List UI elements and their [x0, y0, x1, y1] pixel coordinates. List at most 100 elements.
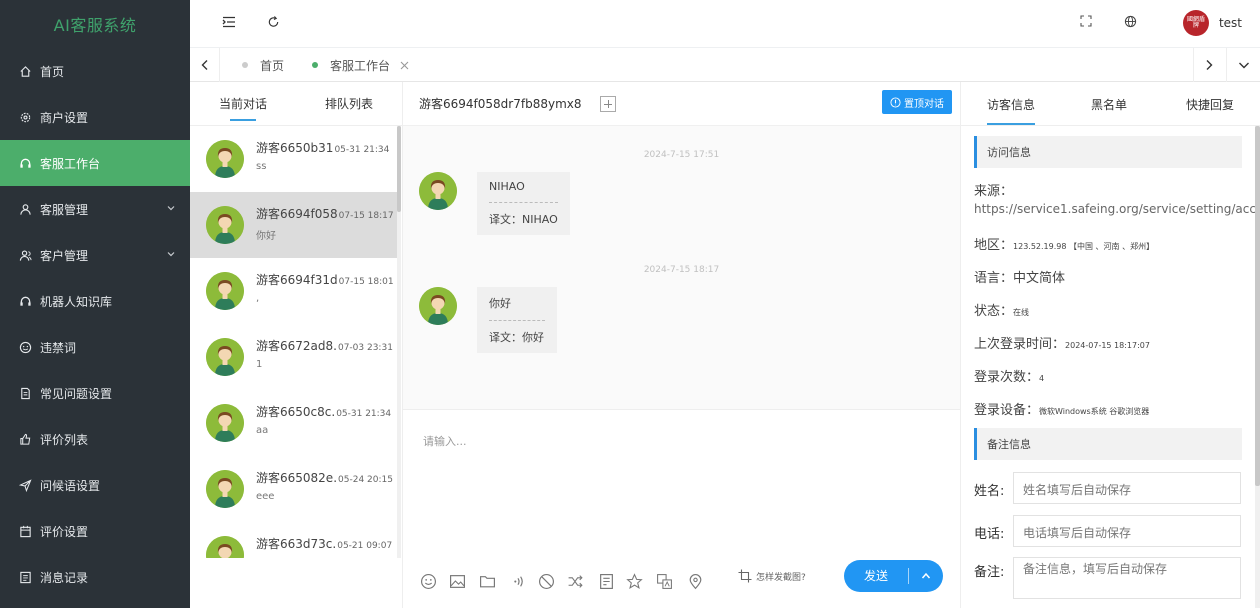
message-timestamp: 2024-7-15 17:51: [643, 150, 720, 160]
tab-workbench[interactable]: 客服工作台: [312, 48, 409, 82]
tab-current-conversations[interactable]: 当前对话: [190, 82, 296, 125]
location-icon[interactable]: [687, 573, 704, 590]
tab-label: 访客信息: [987, 97, 1036, 112]
info-scrollbar[interactable]: [1255, 126, 1260, 608]
tab-home[interactable]: 首页: [242, 48, 284, 82]
sidebar-item-merchant-settings[interactable]: 商户设置: [0, 94, 190, 140]
sidebar-item-review-list[interactable]: 评价列表: [0, 416, 190, 462]
visit-info-section: 访问信息: [974, 136, 1242, 168]
chevron-up-icon[interactable]: [909, 572, 943, 580]
tab-queue-list[interactable]: 排队列表: [296, 82, 402, 125]
emoji-icon[interactable]: [420, 573, 437, 590]
fullscreen-icon[interactable]: [1080, 15, 1092, 27]
sidebar-item-home[interactable]: 首页: [0, 48, 190, 94]
pin-conversation-label: 置顶对话: [904, 98, 944, 110]
sidebar: AI客服系统 首页 商户设置 客服工作台 客服管理 客户管理 机器人知识库 违禁…: [0, 0, 190, 608]
conversation-item[interactable]: 游客665082e.05-24 20:15 eee: [190, 456, 397, 522]
star-icon[interactable]: [626, 573, 643, 590]
menu-toggle-icon[interactable]: [222, 15, 236, 29]
last-login-value: 2024-07-15 18:17:07: [1065, 341, 1150, 350]
scrollbar-thumb[interactable]: [397, 126, 401, 212]
folder-icon[interactable]: [479, 573, 496, 590]
status-row: 状态：在线: [974, 300, 1029, 319]
sidebar-item-customer-management[interactable]: 客户管理: [0, 232, 190, 278]
conversation-last-message: 你好: [256, 231, 276, 242]
note-label: 备注:: [974, 565, 1005, 580]
tabs-scroll-left-button[interactable]: [190, 48, 220, 82]
sidebar-item-review-settings[interactable]: 评价设置: [0, 508, 190, 554]
home-icon: [18, 64, 32, 78]
sidebar-item-faq-settings[interactable]: 常见问题设置: [0, 370, 190, 416]
note-field[interactable]: 备注信息，填写后自动保存: [1013, 557, 1241, 599]
visitor-avatar: [419, 172, 457, 210]
sidebar-item-banned-words[interactable]: 违禁词: [0, 324, 190, 370]
tabs-dropdown-button[interactable]: [1226, 48, 1260, 82]
screenshot-help-link[interactable]: 怎样发截图?: [738, 569, 806, 583]
message-translation: 译文：NIHAO: [489, 213, 558, 226]
visitor-avatar: [419, 287, 457, 325]
screenshot-help-label: 怎样发截图?: [756, 572, 806, 583]
send-label: 发送: [844, 568, 909, 584]
language-globe-icon[interactable]: [1124, 15, 1137, 28]
conversation-name-line: 游客6672ad8.07-03 23:31: [256, 337, 393, 354]
phone-field[interactable]: 电话填写后自动保存: [1013, 515, 1241, 547]
conversation-item[interactable]: 游客6650c8c.05-31 21:34 aa: [190, 390, 397, 456]
conversation-item[interactable]: 游客6672ad8.07-03 23:31 1: [190, 324, 397, 390]
tabs-scroll-right-button[interactable]: [1193, 48, 1223, 82]
conversation-name: 游客6694f31d: [256, 273, 338, 287]
conversation-name: 游客6694f058: [256, 207, 338, 221]
visitor-avatar: [206, 206, 244, 244]
avatar-badge-text: 國網盾牌: [1186, 16, 1205, 29]
conversation-name-line: 游客6650b3105-31 21:34: [256, 139, 389, 156]
chat-messages: 2024-7-15 17:51 NIHAO 译文：NIHAO 2024-7-15…: [403, 126, 960, 410]
message-input[interactable]: 请输入...: [403, 411, 960, 551]
refresh-icon[interactable]: [267, 15, 280, 29]
sidebar-item-greeting-settings[interactable]: 问候语设置: [0, 462, 190, 508]
send-button[interactable]: 发送: [844, 560, 943, 592]
language-label: 语言：: [974, 271, 1014, 286]
conversation-item[interactable]: 游客6694f31d07-15 18:01,: [190, 258, 397, 324]
sidebar-item-message-records[interactable]: 消息记录: [0, 554, 190, 600]
message-item: 你好 译文：你好: [419, 287, 557, 353]
conversation-scrollbar[interactable]: [397, 126, 401, 558]
name-placeholder: 姓名填写后自动保存: [1023, 483, 1132, 497]
tab-blacklist[interactable]: 黑名单: [1091, 82, 1127, 126]
conversation-item[interactable]: 游客6650b3105-31 21:34 ss: [190, 126, 397, 192]
block-icon[interactable]: [538, 573, 555, 590]
conversation-item[interactable]: 游客6694f05807-15 18:17 你好: [190, 192, 397, 258]
add-icon[interactable]: [599, 95, 616, 112]
scrollbar-thumb[interactable]: [1255, 126, 1260, 486]
robot-icon: [18, 294, 32, 308]
pin-conversation-button[interactable]: 置顶对话: [882, 90, 952, 114]
user-name: test: [1218, 16, 1242, 30]
region-label: 地区：: [974, 238, 1014, 253]
note-placeholder: 备注信息，填写后自动保存: [1023, 562, 1168, 576]
tab-label: 快捷回复: [1186, 97, 1235, 112]
conversation-item[interactable]: 游客663d73c.05-21 09:07 常见问题: [190, 522, 397, 558]
sidebar-item-workbench[interactable]: 客服工作台: [0, 140, 190, 186]
tab-quick-reply[interactable]: 快捷回复: [1186, 82, 1234, 126]
sidebar-item-label: 评价列表: [40, 432, 89, 447]
conversation-name: 游客6650b31: [256, 141, 334, 155]
name-field[interactable]: 姓名填写后自动保存: [1013, 472, 1241, 504]
transfer-icon[interactable]: [567, 573, 584, 590]
conversation-name: 游客663d73c.: [256, 537, 337, 551]
conversation-name-line: 游客6694f31d07-15 18:01: [256, 271, 394, 288]
sidebar-item-robot-knowledge[interactable]: 机器人知识库: [0, 278, 190, 324]
tab-label: 黑名单: [1091, 97, 1128, 112]
voice-icon[interactable]: [510, 573, 527, 590]
source-url[interactable]: https://service1.safeing.org/service/set…: [974, 202, 1259, 216]
history-icon[interactable]: [598, 573, 615, 590]
user-menu[interactable]: 國網盾牌 test: [1182, 10, 1242, 36]
sidebar-item-label: 违禁词: [40, 340, 77, 355]
image-icon[interactable]: [449, 573, 466, 590]
conversation-name-line: 游客6650c8c.05-31 21:34: [256, 403, 391, 420]
headset-icon: [18, 156, 32, 170]
translate-icon[interactable]: [656, 573, 673, 590]
message-timestamp: 2024-7-15 18:17: [643, 265, 720, 275]
close-icon[interactable]: [400, 61, 409, 70]
tab-visitor-info[interactable]: 访客信息: [979, 82, 1043, 126]
message-bubble: 你好 译文：你好: [477, 287, 557, 353]
conversation-list: 游客6650b3105-31 21:34 ss 游客6694f05807-15 18…: [190, 126, 397, 558]
sidebar-item-agent-management[interactable]: 客服管理: [0, 186, 190, 232]
